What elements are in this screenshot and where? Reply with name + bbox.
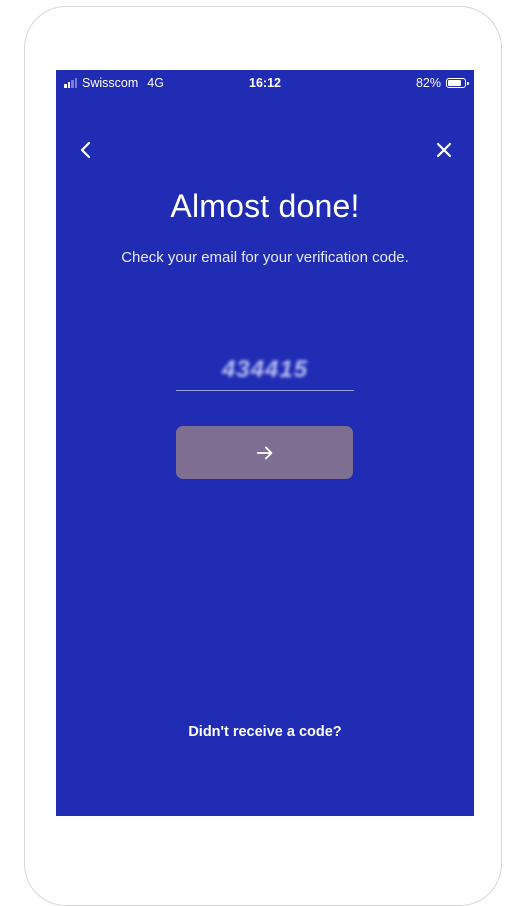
back-button[interactable] bbox=[74, 138, 98, 162]
battery-percent: 82% bbox=[415, 76, 441, 90]
battery-tip bbox=[467, 81, 469, 85]
status-right: 82% bbox=[415, 76, 469, 90]
verification-code-input[interactable] bbox=[174, 351, 356, 389]
app-screen: Swisscom 4G 16:12 82% Almost done! Check… bbox=[56, 70, 474, 816]
instruction-text: Check your email for your verification c… bbox=[121, 249, 409, 266]
resend-code-link[interactable]: Didn't receive a code? bbox=[56, 724, 474, 740]
status-bar: Swisscom 4G 16:12 82% bbox=[56, 70, 474, 96]
status-time: 16:12 bbox=[249, 76, 281, 90]
chevron-left-icon bbox=[80, 141, 91, 159]
battery-fill bbox=[448, 80, 461, 86]
close-icon bbox=[436, 142, 452, 158]
battery-icon bbox=[446, 78, 469, 88]
close-button[interactable] bbox=[432, 138, 456, 162]
verification-code-field[interactable] bbox=[174, 350, 356, 391]
page-title: Almost done! bbox=[170, 188, 360, 224]
submit-code-button[interactable] bbox=[176, 426, 353, 479]
arrow-right-icon bbox=[256, 446, 272, 459]
